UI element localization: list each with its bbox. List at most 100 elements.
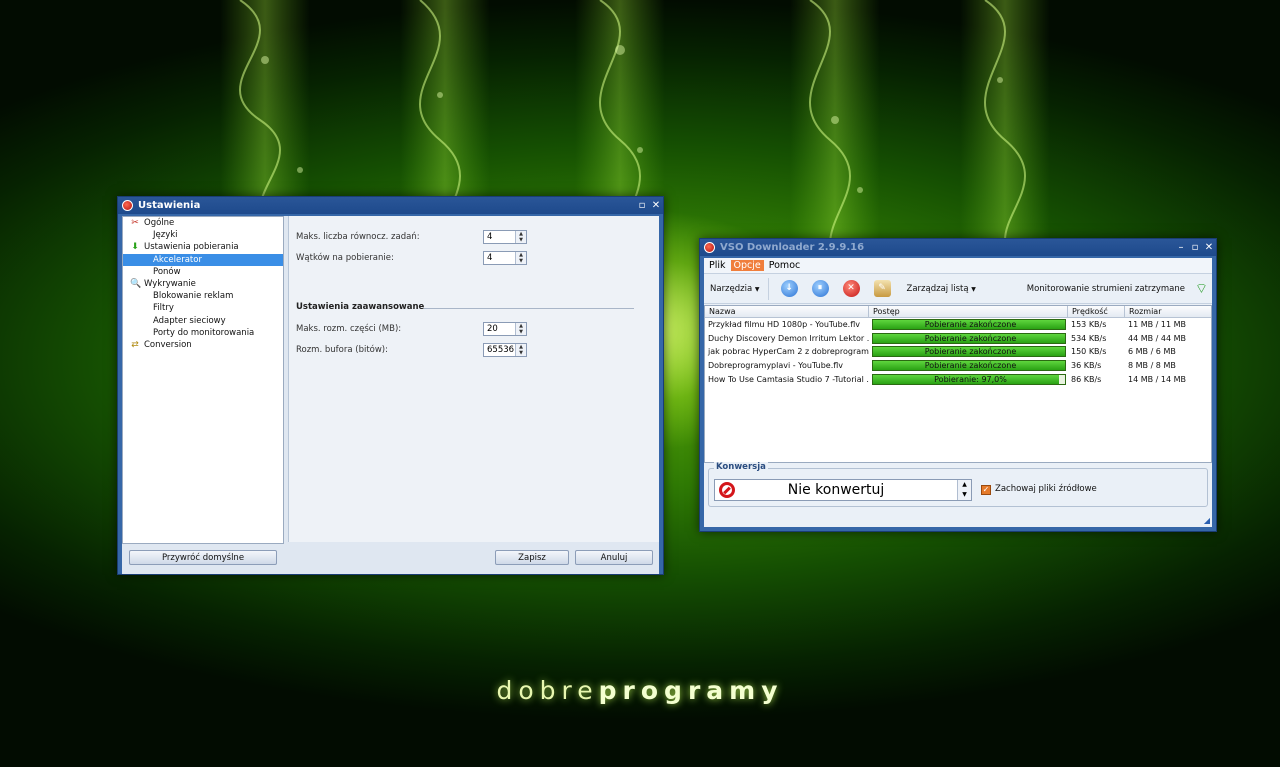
tree-item[interactable]: Języki [123,229,283,241]
table-row[interactable]: jak pobrac HyperCam 2 z dobreprogram... P… [705,345,1211,359]
downloads-table: Nazwa Postęp Prędkość Rozmiar Przykład f… [704,305,1212,463]
restore-defaults-button[interactable]: Przywróć domyślne [129,550,277,565]
maximize-icon[interactable]: ▫ [635,200,649,211]
spinner-arrows-icon[interactable]: ▲ ▼ [957,480,971,500]
download-arrow-icon: ⬇ [131,242,139,253]
download-speed: 36 KB/s [1071,361,1102,371]
tools-label: Narzędzia [710,283,753,294]
progress-bar: Pobieranie zakończone [872,360,1066,372]
progress-label: Pobieranie: 97,0% [934,374,1007,384]
column-postep[interactable]: Postęp [869,306,1068,317]
tree-item[interactable]: ✂ Ogólne [123,217,283,229]
keep-source-label: Zachowaj pliki źródłowe [995,484,1097,494]
cancel-icon[interactable]: ✕ [842,280,860,297]
app-logo-icon [122,200,133,211]
conversion-select[interactable]: Nie konwertuj ▲ ▼ [714,479,972,501]
progress-label: Pobieranie zakończone [924,333,1017,343]
menu-pomoc[interactable]: Pomoc [766,260,804,271]
spinner-arrows-icon[interactable]: ▲ ▼ [515,344,526,356]
download-progress-cell: Pobieranie zakończone [869,332,1068,346]
wifi-monitor-icon[interactable]: ⌔ [1195,280,1208,298]
max-tasks-spinner[interactable]: 4 ▲ ▼ [483,230,527,244]
download-icon[interactable]: ↓ [780,280,798,297]
menu-plik[interactable]: Plik [706,260,729,271]
max-part-label: Maks. rozm. części (MB): [296,324,402,334]
buffer-spinner[interactable]: 65536 ▲ ▼ [483,343,527,357]
column-predkosc[interactable]: Prędkość [1068,306,1125,317]
toolbar-separator [767,277,769,300]
keep-source-checkbox[interactable]: ✓ [981,485,991,495]
tree-item[interactable]: Ponów [123,266,283,278]
column-nazwa[interactable]: Nazwa [705,306,869,317]
tree-item-label: Adapter sieciowy [153,315,226,326]
menu-opcje[interactable]: Opcje [730,260,764,271]
progress-label: Pobieranie zakończone [924,347,1017,357]
tree-item-label: Wykrywanie [144,279,196,290]
download-name: Przykład filmu HD 1080p - YouTube.flv [708,320,860,329]
tree-item[interactable]: Filtry [123,302,283,314]
save-button[interactable]: Zapisz [495,550,569,565]
tools-icon: ✂ [131,218,139,229]
dobreprogramy-logo: dobreprogramy [0,676,1280,705]
spinner-arrows-icon[interactable]: ▲ ▼ [515,231,526,243]
toolbar: Narzędzia ▼ ↓ ⏸ ✕ ✎ Zarządzaj listą ▼ Mo… [704,274,1212,304]
tree-item[interactable]: Porty do monitorowania [123,327,283,339]
conversion-value: Nie konwertuj [787,482,885,498]
advanced-section-title: Ustawienia zaawansowane [296,302,425,312]
download-name: Dobreprogramyplavi - YouTube.flv [708,361,844,371]
table-row[interactable]: Przykład filmu HD 1080p - YouTube.flv Pob… [705,318,1211,332]
settings-titlebar[interactable]: Ustawienia ▫ ✕ [118,197,663,214]
tree-item[interactable]: ⇄ Conversion [123,339,283,351]
tree-item[interactable]: Blokowanie reklam [123,290,283,302]
spinner-arrows-icon[interactable]: ▲ ▼ [515,252,526,264]
manage-list-dropdown[interactable]: Zarządzaj listą ▼ [907,284,976,294]
download-size: 11 MB / 11 MB [1128,320,1187,329]
resize-grip-icon[interactable]: ◢ [1204,516,1210,525]
tree-item-label: Blokowanie reklam [153,291,234,302]
download-progress-cell: Pobieranie zakończone [869,345,1068,359]
download-size: 14 MB / 14 MB [1128,374,1187,384]
threads-value: 4 [487,253,493,263]
close-icon[interactable]: ✕ [649,200,663,211]
app-logo-icon [704,242,715,253]
tree-item-label: Ogólne [144,218,175,229]
vso-titlebar[interactable]: VSO Downloader 2.9.9.16 – ▫ ✕ [700,239,1216,256]
tools-dropdown[interactable]: Narzędzia ▼ [710,284,760,294]
tree-item-label: Ponów [153,266,181,277]
minimize-icon[interactable]: – [1174,242,1188,253]
download-size: 8 MB / 8 MB [1128,361,1176,371]
brand-light: dobre [496,676,599,705]
vso-downloader-window: VSO Downloader 2.9.9.16 – ▫ ✕ Plik Opcje… [699,238,1217,532]
progress-label: Pobieranie zakończone [924,320,1017,329]
settings-tree[interactable]: ✂ Ogólne Języki ⬇ Ustawienia pobierania Akcel… [122,216,284,544]
tree-item-label: Ustawienia pobierania [144,242,239,253]
tree-item[interactable]: 🔍 Wykrywanie [123,278,283,290]
close-icon[interactable]: ✕ [1202,242,1216,253]
max-tasks-label: Maks. liczba równocz. zadań: [296,232,420,242]
progress-bar: Pobieranie zakończone [872,319,1066,330]
max-part-spinner[interactable]: 20 ▲ ▼ [483,322,527,336]
chevron-down-icon: ▼ [754,285,760,293]
download-name: jak pobrac HyperCam 2 z dobreprogram... [708,347,869,357]
pause-icon[interactable]: ⏸ [811,280,829,297]
spinner-arrows-icon[interactable]: ▲ ▼ [515,323,526,335]
column-rozmiar[interactable]: Rozmiar [1125,306,1211,317]
conversion-group: Konwersja Nie konwertuj ▲ ▼ ✓ Zachowaj pl… [708,462,1208,507]
download-progress-cell: Pobieranie zakończone [869,318,1068,332]
download-name: Duchy Discovery Demon Irritum Lektor ... [708,333,869,343]
table-row[interactable]: Dobreprogramyplavi - YouTube.flv Pobieran… [705,359,1211,373]
tree-item[interactable]: Adapter sieciowy [123,315,283,327]
buffer-value: 65536 [487,345,515,355]
threads-spinner[interactable]: 4 ▲ ▼ [483,251,527,265]
maximize-icon[interactable]: ▫ [1188,242,1202,253]
table-row[interactable]: How To Use Camtasia Studio 7 -Tutorial .… [705,373,1211,387]
cancel-button[interactable]: Anuluj [575,550,653,565]
tree-item[interactable]: ⬇ Ustawienia pobierania [123,241,283,253]
download-speed: 86 KB/s [1071,374,1102,384]
download-speed: 153 KB/s [1071,320,1107,329]
max-part-value: 20 [487,324,498,334]
tree-item-label: Porty do monitorowania [153,327,255,338]
table-row[interactable]: Duchy Discovery Demon Irritum Lektor ...… [705,332,1211,346]
tree-item[interactable]: Akcelerator [123,253,283,266]
clear-list-icon[interactable]: ✎ [873,280,891,297]
